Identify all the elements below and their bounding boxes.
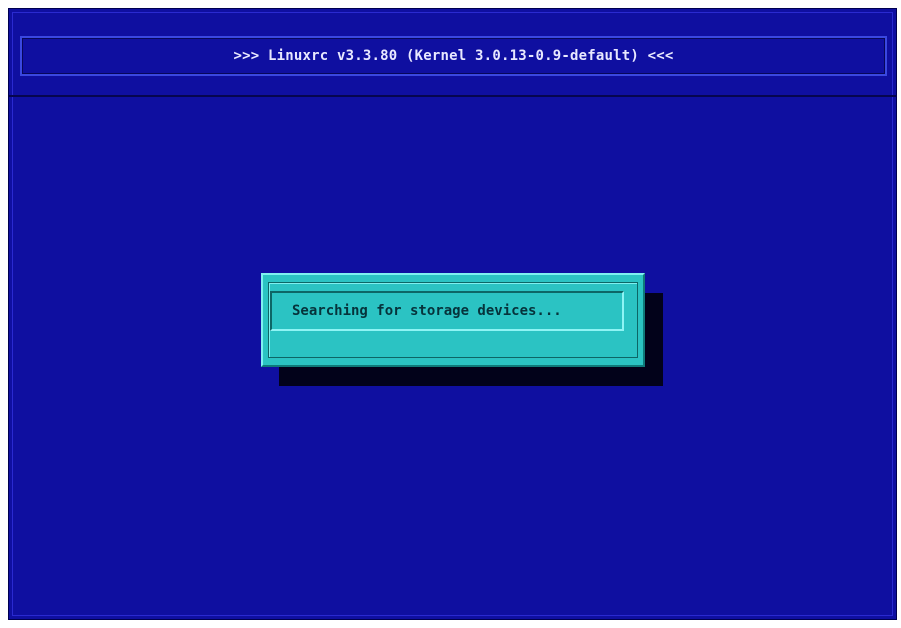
header-title: >>> Linuxrc v3.3.80 (Kernel 3.0.13-0.9-d… (233, 48, 674, 64)
header-area: >>> Linuxrc v3.3.80 (Kernel 3.0.13-0.9-d… (9, 9, 896, 97)
status-message-field: Searching for storage devices... (270, 291, 624, 331)
status-dialog: Searching for storage devices... (261, 273, 645, 367)
header-box: >>> Linuxrc v3.3.80 (Kernel 3.0.13-0.9-d… (20, 36, 887, 76)
status-message: Searching for storage devices... (292, 303, 562, 319)
linuxrc-screen: >>> Linuxrc v3.3.80 (Kernel 3.0.13-0.9-d… (8, 8, 897, 620)
